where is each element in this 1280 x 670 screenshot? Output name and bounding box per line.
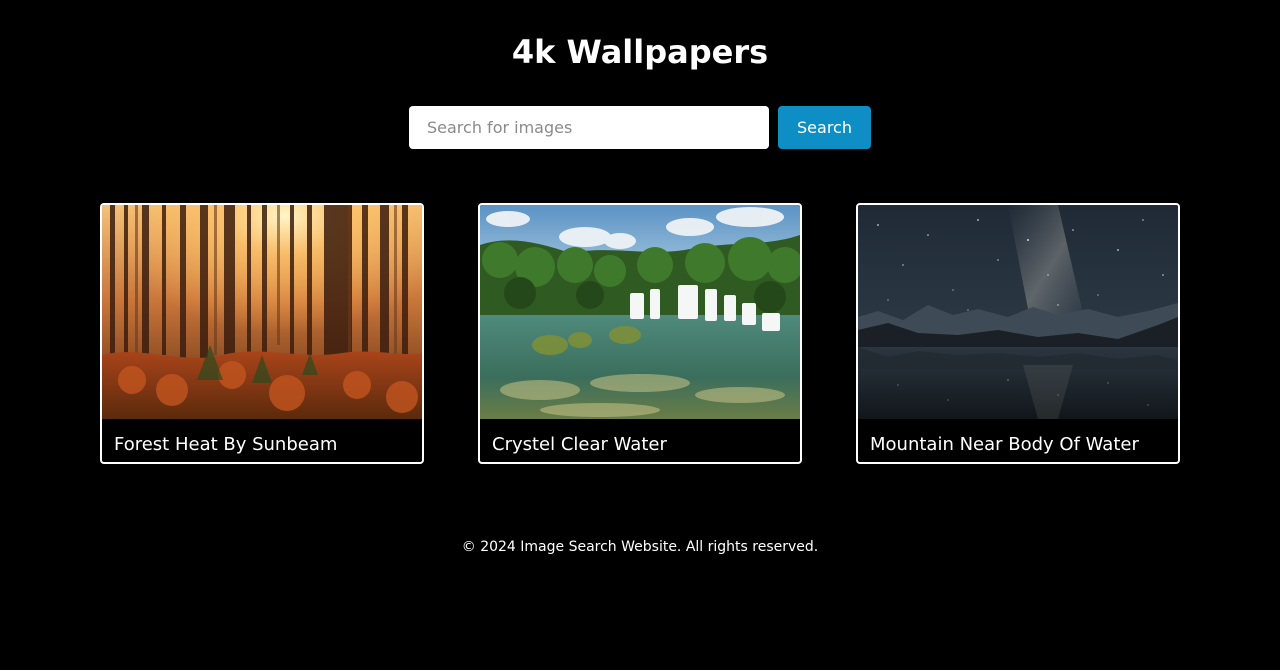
search-input[interactable] <box>409 106 769 149</box>
image-card[interactable]: Forest Heat By Sunbeam <box>100 203 424 464</box>
mountain-lake-image[interactable] <box>858 205 1178 419</box>
search-form: Search <box>409 106 871 149</box>
card-caption: Forest Heat By Sunbeam <box>114 434 338 455</box>
image-card[interactable]: Mountain Near Body Of Water <box>856 203 1180 464</box>
page: 4k Wallpapers Search for images Search F… <box>0 0 1280 670</box>
footer-copyright: © 2024 Image Search Website. All rights … <box>461 539 819 555</box>
forest-image[interactable] <box>102 205 422 419</box>
search-button[interactable]: Search <box>778 106 871 149</box>
card-caption: Crystel Clear Water <box>492 434 667 455</box>
page-title: 4k Wallpapers <box>511 33 769 71</box>
waterfall-image[interactable] <box>480 205 800 419</box>
card-caption: Mountain Near Body Of Water <box>870 434 1139 455</box>
image-card[interactable]: Crystel Clear Water <box>478 203 802 464</box>
